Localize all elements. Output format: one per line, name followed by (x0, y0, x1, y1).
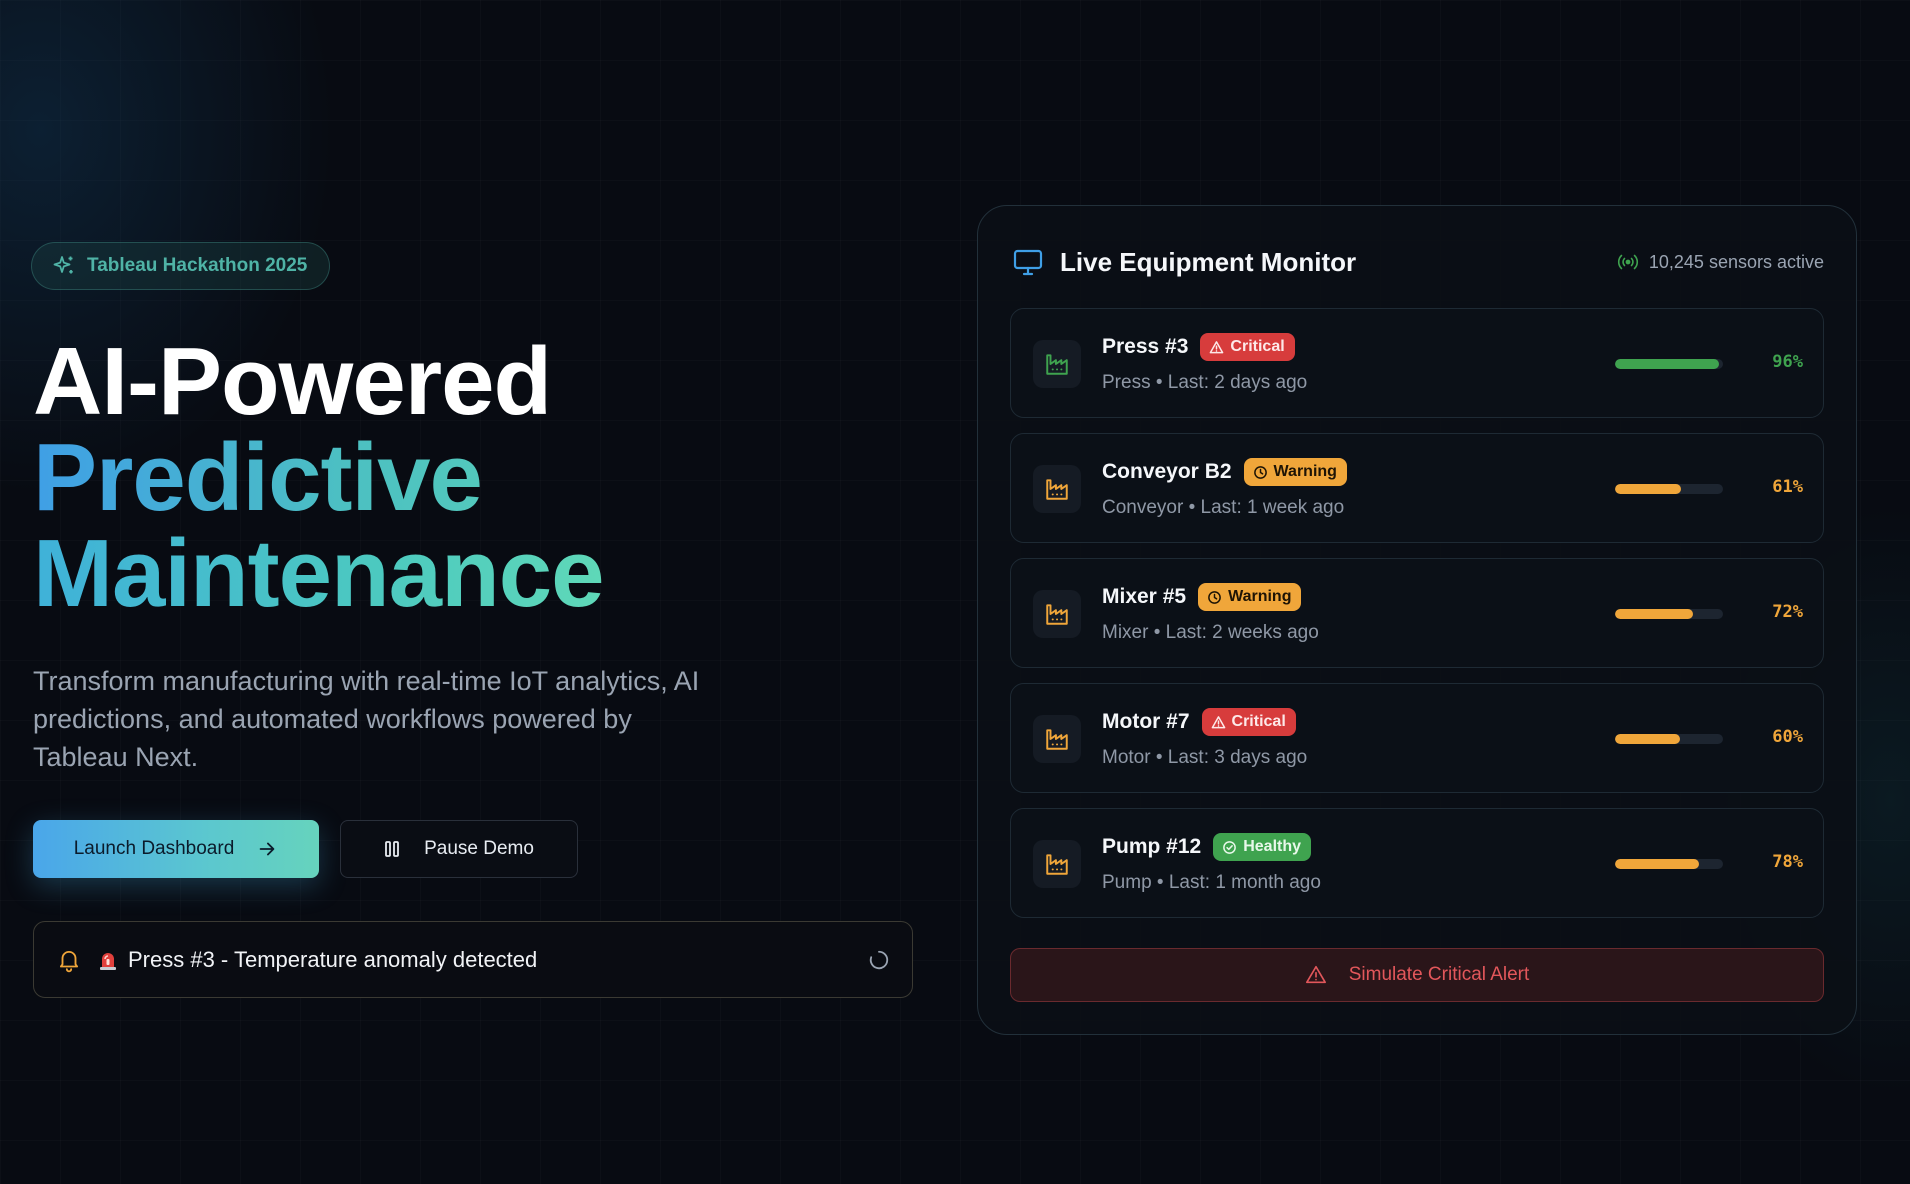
sensors-indicator: 10,245 sensors active (1617, 252, 1824, 273)
equipment-name: Press #3 (1102, 335, 1189, 358)
page: Tableau Hackathon 2025 AI-Powered Predic… (0, 0, 1910, 1184)
alert-ticker: Press #3 - Temperature anomaly detected (33, 921, 913, 998)
factory-icon (1046, 729, 1068, 750)
sensors-count: 10,245 sensors active (1648, 251, 1824, 272)
status-label: Critical (1231, 713, 1286, 730)
page-title: AI-Powered Predictive Maintenance (33, 328, 604, 627)
health-bar-fill (1615, 359, 1719, 369)
status-badge: Warning (1198, 583, 1302, 611)
equipment-subtitle: Press • Last: 2 days ago (1102, 372, 1308, 393)
warning-triangle-icon (1305, 965, 1326, 984)
factory-icon (1046, 604, 1068, 625)
equipment-row-4[interactable]: Motor #7 Critical Motor • Last: 3 days a… (1010, 683, 1824, 793)
health-bar (1615, 734, 1723, 744)
status-badge: Critical (1200, 333, 1295, 361)
monitor-icon (1013, 249, 1043, 276)
health-bar (1615, 359, 1723, 369)
loading-spinner-icon (869, 950, 889, 969)
health-percent: 61% (1772, 477, 1803, 497)
equipment-icon-box (1033, 715, 1081, 763)
panel-header: Live Equipment Monitor 10,245 sensors ac… (1012, 242, 1824, 282)
health-percent: 96% (1772, 352, 1803, 372)
alert-message: Press #3 - Temperature anomaly detected (128, 946, 538, 972)
simulate-critical-alert-label: Simulate Critical Alert (1348, 964, 1530, 985)
clock-icon (1208, 590, 1221, 604)
equipment-name: Conveyor B2 (1102, 460, 1232, 483)
factory-icon (1046, 854, 1068, 875)
equipment-name-row: Conveyor B2 Warning (1102, 458, 1347, 486)
sparkles-icon (53, 256, 73, 274)
equipment-row-2[interactable]: Conveyor B2 Warning Conveyor • Last: 1 w… (1010, 433, 1824, 543)
launch-dashboard-button[interactable]: Launch Dashboard (33, 820, 319, 878)
equipment-row-5[interactable]: Pump #12 Healthy Pump • Last: 1 month ag… (1010, 808, 1824, 918)
health-bar-fill (1615, 484, 1681, 494)
bell-icon (59, 950, 79, 972)
equipment-subtitle: Motor • Last: 3 days ago (1102, 747, 1308, 768)
status-badge: Healthy (1213, 833, 1312, 861)
equipment-row-3[interactable]: Mixer #5 Warning Mixer • Last: 2 weeks a… (1010, 558, 1824, 668)
check-circle-icon (1223, 840, 1237, 854)
pause-demo-label: Pause Demo (424, 838, 534, 859)
factory-icon (1046, 354, 1068, 375)
equipment-icon-box (1033, 465, 1081, 513)
equipment-icon-box (1033, 340, 1081, 388)
health-percent: 78% (1772, 852, 1803, 872)
status-label: Healthy (1243, 838, 1302, 855)
badge-label: Tableau Hackathon 2025 (87, 255, 308, 276)
broadcast-icon (1617, 254, 1638, 270)
equipment-name-row: Mixer #5 Warning (1102, 583, 1302, 611)
arrow-right-icon (259, 842, 275, 856)
health-bar-fill (1615, 734, 1680, 744)
equipment-name-row: Press #3 Critical (1102, 333, 1295, 361)
status-badge: Critical (1201, 708, 1296, 736)
equipment-name: Pump #12 (1102, 835, 1202, 858)
health-bar-fill (1615, 859, 1700, 869)
equipment-icon-box (1033, 840, 1081, 888)
equipment-name: Mixer #5 (1102, 585, 1187, 608)
headline-line-2: Predictive (33, 430, 603, 526)
headline-line-1: AI-Powered (33, 328, 552, 435)
equipment-list: Press #3 Critical Press • Last: 2 days a… (1010, 308, 1824, 933)
status-label: Warning (1228, 588, 1292, 605)
status-label: Warning (1273, 463, 1337, 480)
siren-icon (100, 952, 116, 970)
status-label: Critical (1230, 338, 1285, 355)
alert-triangle-icon (1210, 340, 1224, 353)
hackathon-badge: Tableau Hackathon 2025 (31, 242, 331, 290)
equipment-name: Motor #7 (1102, 710, 1190, 733)
equipment-name-row: Pump #12 Healthy (1102, 833, 1312, 861)
equipment-name-row: Motor #7 Critical (1102, 708, 1296, 736)
panel-title: Live Equipment Monitor (1060, 246, 1357, 277)
status-badge: Warning (1243, 458, 1347, 486)
pause-icon (385, 841, 399, 857)
health-bar (1615, 484, 1723, 494)
pause-demo-button[interactable]: Pause Demo (340, 820, 578, 878)
equipment-icon-box (1033, 590, 1081, 638)
equipment-subtitle: Mixer • Last: 2 weeks ago (1102, 622, 1319, 643)
hero-subtitle: Transform manufacturing with real-time I… (33, 666, 700, 772)
simulate-critical-alert-button[interactable]: Simulate Critical Alert (1010, 948, 1824, 1002)
equipment-row-1[interactable]: Press #3 Critical Press • Last: 2 days a… (1010, 308, 1824, 418)
health-bar-fill (1615, 609, 1693, 619)
health-bar (1615, 859, 1723, 869)
alert-triangle-icon (1211, 715, 1225, 728)
equipment-subtitle: Conveyor • Last: 1 week ago (1102, 497, 1345, 518)
factory-icon (1046, 479, 1068, 500)
health-percent: 60% (1772, 727, 1803, 747)
health-percent: 72% (1772, 602, 1803, 622)
clock-icon (1253, 465, 1267, 479)
equipment-subtitle: Pump • Last: 1 month ago (1102, 872, 1321, 893)
health-bar (1615, 609, 1723, 619)
headline-line-3: Maintenance (33, 520, 604, 627)
equipment-monitor-panel: Live Equipment Monitor 10,245 sensors ac… (977, 205, 1857, 1035)
launch-dashboard-label: Launch Dashboard (73, 838, 235, 859)
